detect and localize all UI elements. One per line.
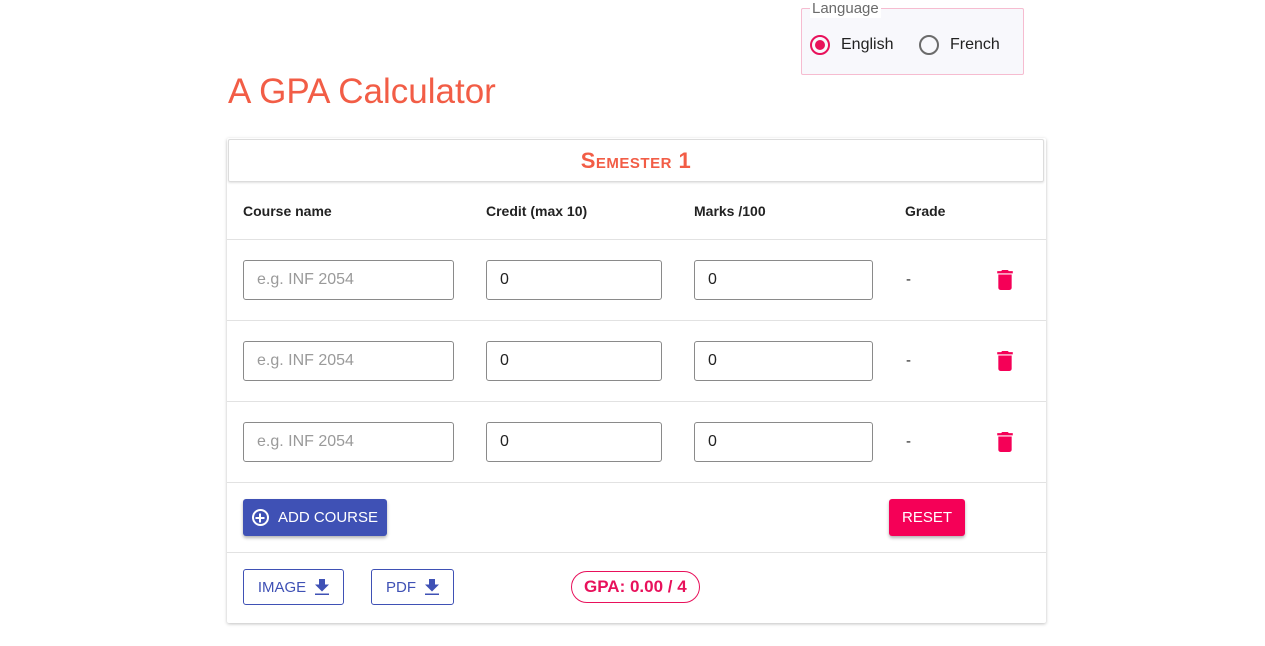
trash-icon[interactable] [996,270,1014,290]
marks-input[interactable] [694,341,873,381]
add-course-label: ADD COURSE [277,509,378,526]
column-header-grade: Grade [905,203,946,219]
divider [227,239,1046,240]
divider [227,482,1046,483]
credit-input[interactable] [486,260,662,300]
course-name-input[interactable] [243,260,454,300]
semester-header: Semester 1 [228,139,1044,182]
plus-circle-icon [251,509,269,526]
semester-card: Semester 1 Course name Credit (max 10) M… [227,138,1046,623]
page-title: A GPA Calculator [228,72,496,111]
export-pdf-button[interactable]: PDF [371,569,454,605]
marks-input[interactable] [694,260,873,300]
semester-title: Semester 1 [580,147,692,173]
export-image-label: IMAGE [257,578,307,596]
download-icon [315,579,330,595]
language-selector: Language English French [801,0,1024,75]
column-header-marks: Marks /100 [694,203,766,219]
column-header-credit: Credit (max 10) [486,203,588,219]
language-legend: Language [810,0,881,18]
radio-english-label: English [841,36,894,53]
add-course-button[interactable]: ADD COURSE [243,499,387,536]
radio-french-label: French [950,36,1000,53]
trash-icon[interactable] [996,351,1014,371]
trash-icon[interactable] [996,432,1014,452]
grade-value: - [906,271,911,288]
export-pdf-label: PDF [386,578,416,596]
divider [227,401,1046,402]
grade-value: - [906,352,911,369]
credit-input[interactable] [486,422,662,462]
download-icon [425,579,439,595]
marks-input[interactable] [694,422,873,462]
divider [227,552,1046,553]
gpa-badge: GPA: 0.00 / 4 [571,571,700,603]
grade-value: - [906,433,911,450]
credit-input[interactable] [486,341,662,381]
column-header-course: Course name [243,203,332,219]
radio-english-circle[interactable] [810,35,830,55]
course-name-input[interactable] [243,341,454,381]
radio-french[interactable]: French [919,35,1000,55]
radio-english[interactable]: English [810,35,893,55]
radio-french-circle[interactable] [919,35,939,55]
course-name-input[interactable] [243,422,454,462]
divider [227,320,1046,321]
reset-button[interactable]: RESET [889,499,965,536]
export-image-button[interactable]: IMAGE [243,569,344,605]
